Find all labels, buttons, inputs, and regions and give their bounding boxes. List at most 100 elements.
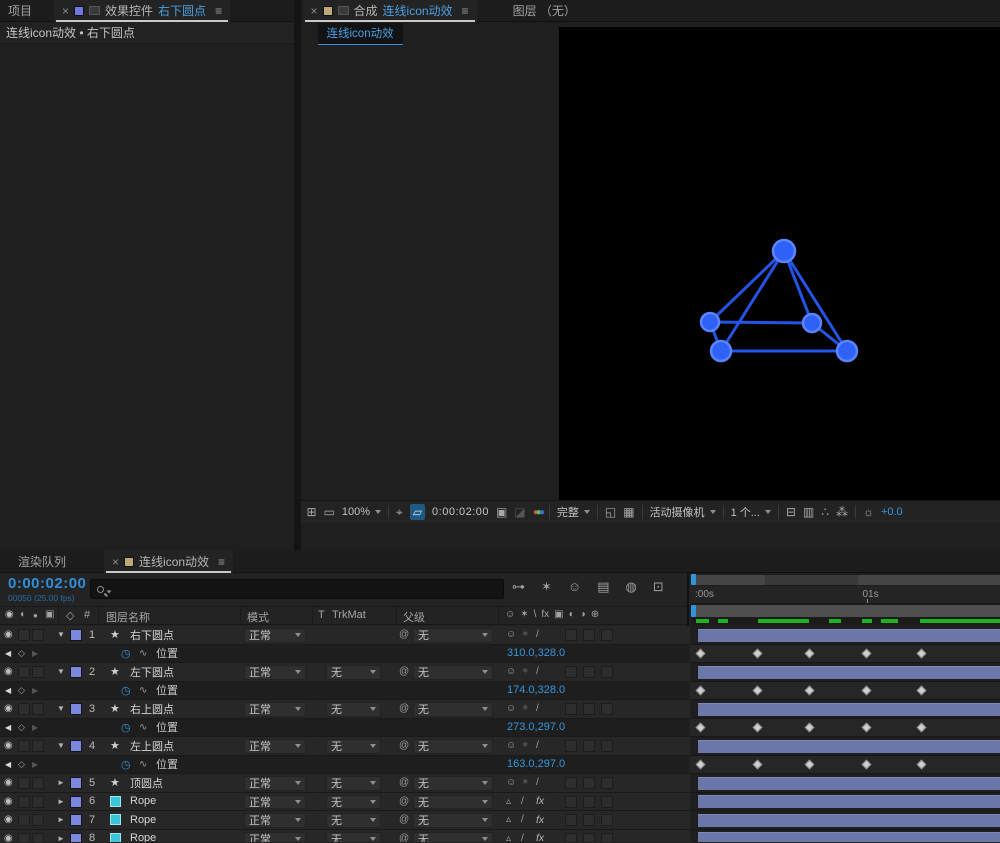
parent-select[interactable]: 无: [413, 739, 493, 754]
stopwatch-icon[interactable]: ◷: [121, 719, 131, 737]
property-name[interactable]: 位置: [156, 645, 178, 663]
keyframe-diamond[interactable]: [804, 759, 815, 770]
keyframe-diamond[interactable]: [861, 759, 872, 770]
layer-switch-cell[interactable]: [18, 777, 30, 789]
parent-pickwhip-icon[interactable]: @: [399, 830, 409, 842]
current-time-display[interactable]: 0:00:02:00: [8, 575, 86, 592]
layer-switch-cell[interactable]: [32, 629, 44, 641]
layer-name[interactable]: Rope: [130, 830, 156, 842]
tab-project[interactable]: 项目: [0, 0, 40, 22]
layer-name[interactable]: 左下圆点: [130, 663, 174, 681]
trkmat-select[interactable]: 无: [326, 813, 381, 828]
shy-icon[interactable]: ☺: [506, 626, 516, 644]
always-preview-icon[interactable]: ⊞: [307, 505, 317, 519]
layer-switch-cell[interactable]: [583, 814, 595, 826]
mode-select[interactable]: 正常: [244, 628, 306, 643]
keyframe-diamond[interactable]: [804, 685, 815, 696]
layer-row[interactable]: ◉ ▼ 4 ★ 左上圆点 正常 无 @ 无 ☺ ✶ /: [0, 737, 689, 756]
layer-switch-cell[interactable]: [601, 703, 613, 715]
layer-duration-bar[interactable]: [698, 739, 1000, 753]
current-time-indicator-handle[interactable]: [691, 574, 696, 585]
property-row[interactable]: ◀ ◇ ▶ ◷ ∿ 位置 310.0,328.0: [0, 644, 689, 663]
keyframe-diamond[interactable]: [916, 759, 927, 770]
comp-mini-flowchart-icon[interactable]: ⊶: [512, 579, 525, 595]
add-keyframe-icon[interactable]: ◇: [18, 645, 25, 663]
column-trkmat[interactable]: TrkMat: [332, 609, 366, 621]
property-name[interactable]: 位置: [156, 756, 178, 774]
value-graph-icon[interactable]: ∿: [139, 756, 147, 774]
quality-icon[interactable]: /: [536, 774, 539, 792]
tab-timeline-comp[interactable]: × 连线icon动效 ≡: [104, 550, 234, 573]
layer-expand-triangle[interactable]: ▼: [57, 700, 65, 718]
quality-header-icon[interactable]: \: [534, 609, 537, 620]
search-options-chevron-icon[interactable]: [106, 590, 112, 594]
fx-header-icon[interactable]: fx: [541, 609, 549, 620]
layer-expand-triangle[interactable]: ►: [57, 774, 65, 792]
parent-select[interactable]: 无: [413, 813, 493, 828]
layer-switch-cell[interactable]: [32, 666, 44, 678]
column-parent[interactable]: 父级: [403, 609, 425, 625]
collapse-icon[interactable]: ▵: [506, 811, 511, 829]
flowchart-button-icon[interactable]: ⁂: [836, 505, 848, 519]
layer-switch-cell[interactable]: [601, 629, 613, 641]
3d-layer-header-icon[interactable]: ⊕: [591, 609, 599, 620]
quality-icon[interactable]: /: [536, 663, 539, 681]
collapse-icon[interactable]: ✶: [521, 737, 529, 755]
property-value[interactable]: 174.0,328.0: [507, 684, 565, 696]
layer-switch-cell[interactable]: [565, 814, 577, 826]
layer-duration-row[interactable]: [691, 626, 1000, 645]
frame-blending-icon[interactable]: ▤: [597, 579, 609, 595]
layer-label-color[interactable]: [70, 777, 82, 789]
layer-duration-bar[interactable]: [698, 832, 1000, 842]
layer-switch-cell[interactable]: [32, 795, 44, 808]
layer-switch-cell[interactable]: [32, 832, 44, 842]
collapse-icon[interactable]: ✶: [521, 663, 529, 681]
layer-switch-cell[interactable]: [32, 703, 44, 715]
add-keyframe-icon[interactable]: ◇: [18, 682, 25, 700]
keyframe-diamond[interactable]: [695, 685, 706, 696]
layer-visibility-eye-icon[interactable]: ◉: [4, 774, 13, 792]
viewer-timecode[interactable]: 0:00:02:00: [432, 506, 489, 518]
layer-duration-row[interactable]: [691, 700, 1000, 719]
draft-3d-icon[interactable]: ✶: [541, 579, 552, 595]
parent-select[interactable]: 无: [413, 702, 493, 717]
column-layer-name[interactable]: 图层名称: [106, 609, 150, 625]
grid-guides-icon[interactable]: ⌖: [396, 505, 403, 520]
layer-switch-cell[interactable]: [601, 666, 613, 678]
layer-switch-cell[interactable]: [18, 703, 30, 715]
fx-icon[interactable]: fx: [536, 811, 544, 829]
shy-icon[interactable]: ☺: [506, 663, 516, 681]
keyframe-diamond[interactable]: [861, 648, 872, 659]
add-keyframe-icon[interactable]: ◇: [18, 756, 25, 774]
property-name[interactable]: 位置: [156, 719, 178, 737]
lock-column-icon[interactable]: ▣: [45, 609, 54, 620]
layer-visibility-eye-icon[interactable]: ◉: [4, 663, 13, 681]
video-column-icon[interactable]: ◉: [5, 609, 14, 620]
layer-visibility-eye-icon[interactable]: ◉: [4, 626, 13, 644]
keyframe-diamond[interactable]: [861, 722, 872, 733]
audio-column-icon[interactable]: ◖: [19, 609, 25, 620]
layer-switch-cell[interactable]: [565, 629, 577, 641]
tab-render-queue[interactable]: 渲染队列: [10, 551, 74, 573]
region-of-interest-icon[interactable]: ◱: [605, 505, 616, 519]
layer-duration-row[interactable]: [691, 663, 1000, 682]
layer-expand-triangle[interactable]: ►: [57, 793, 65, 811]
effects-header-icon[interactable]: ◑: [580, 609, 586, 620]
layer-switch-cell[interactable]: [601, 795, 613, 808]
layer-switch-cell[interactable]: [565, 832, 577, 842]
trkmat-select[interactable]: 无: [326, 776, 381, 791]
keyframe-diamond[interactable]: [752, 722, 763, 733]
mode-select[interactable]: 正常: [244, 794, 306, 809]
layer-switch-cell[interactable]: [18, 666, 30, 678]
mode-select[interactable]: 正常: [244, 702, 306, 717]
layer-switch-cell[interactable]: [565, 740, 577, 752]
layer-duration-bar[interactable]: [698, 795, 1000, 808]
quality-icon[interactable]: /: [521, 793, 524, 811]
keyframe-diamond[interactable]: [695, 722, 706, 733]
keyframe-diamond[interactable]: [804, 722, 815, 733]
layer-row[interactable]: ◉ ► 5 ★ 顶圆点 正常 无 @ 无 ☺ ✶ /: [0, 774, 689, 793]
keyframe-diamond[interactable]: [916, 685, 927, 696]
value-graph-icon[interactable]: ∿: [139, 682, 147, 700]
layer-label-color[interactable]: [70, 832, 82, 842]
shy-header-icon[interactable]: ☺: [505, 609, 515, 620]
